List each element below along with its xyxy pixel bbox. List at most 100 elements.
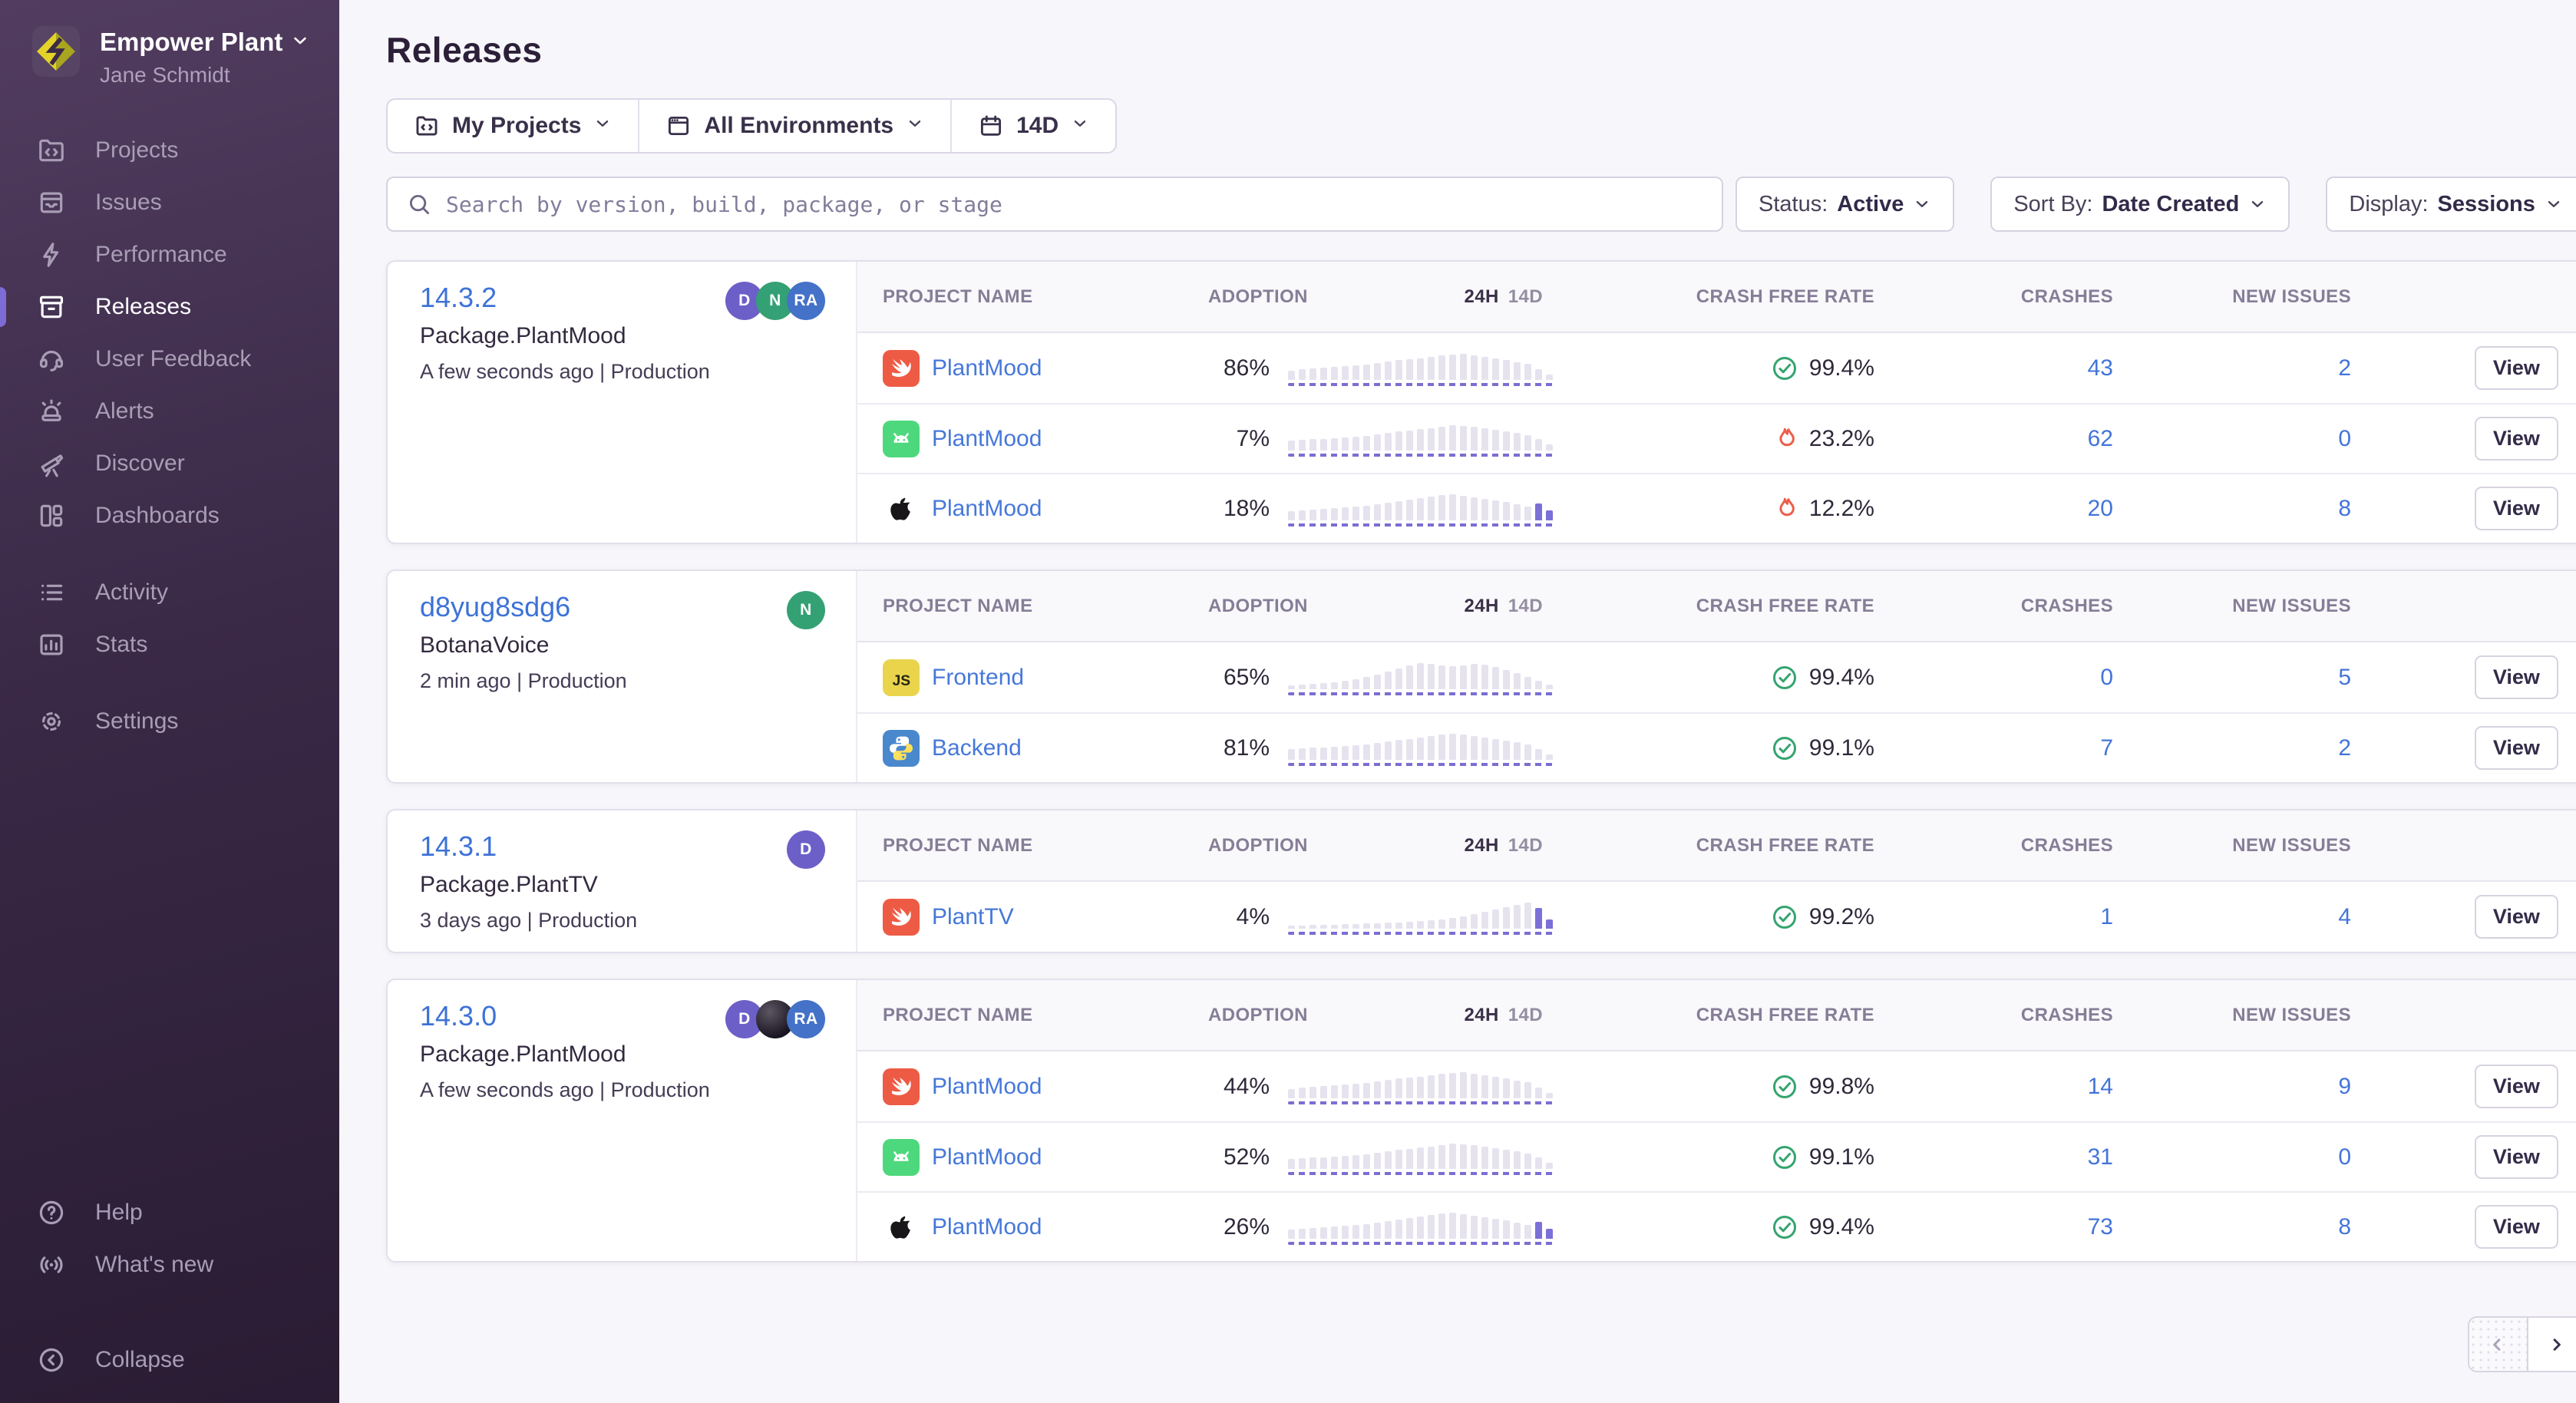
crashes-link[interactable]: 14 bbox=[2088, 1074, 2113, 1099]
release-list: 14.3.2 Package.PlantMood A few seconds a… bbox=[386, 260, 2576, 1263]
column-header-14d[interactable]: 14D bbox=[1508, 286, 1543, 307]
window-icon bbox=[665, 113, 692, 139]
filter-bar: My Projects All Environments 14D bbox=[386, 98, 1117, 154]
release-version-link[interactable]: 14.3.1 bbox=[420, 830, 497, 863]
sidebar-item-label: Stats bbox=[95, 632, 147, 658]
view-button[interactable]: View bbox=[2475, 655, 2558, 699]
release-card: 14.3.1 Package.PlantTV 3 days ago | Prod… bbox=[386, 809, 2576, 953]
project-link[interactable]: PlantMood bbox=[932, 1074, 1042, 1100]
crashes-link[interactable]: 1 bbox=[2100, 904, 2113, 929]
release-version-link[interactable]: 14.3.2 bbox=[420, 282, 497, 314]
new-issues-link[interactable]: 0 bbox=[2338, 1144, 2351, 1170]
column-header-24h[interactable]: 24H bbox=[1465, 596, 1499, 616]
new-issues-link[interactable]: 0 bbox=[2338, 426, 2351, 451]
project-link[interactable]: PlantMood bbox=[932, 1144, 1042, 1170]
view-button[interactable]: View bbox=[2475, 726, 2558, 770]
display-dropdown[interactable]: Display:Sessions bbox=[2326, 177, 2576, 232]
new-issues-link[interactable]: 2 bbox=[2338, 355, 2351, 381]
sidebar-item-releases[interactable]: Releases bbox=[0, 281, 339, 333]
view-button[interactable]: View bbox=[2475, 1065, 2558, 1108]
project-link[interactable]: Frontend bbox=[932, 665, 1024, 691]
crashes-link[interactable]: 0 bbox=[2100, 665, 2113, 690]
project-link[interactable]: Backend bbox=[932, 735, 1022, 761]
column-header-14d[interactable]: 14D bbox=[1508, 1005, 1543, 1025]
sidebar-item-settings[interactable]: Settings bbox=[0, 695, 339, 748]
adoption-value: 65% bbox=[1208, 665, 1270, 691]
sidebar-item-label: Releases bbox=[95, 294, 191, 320]
column-header-24h[interactable]: 24H bbox=[1465, 286, 1499, 307]
org-switcher[interactable]: Empower Plant Jane Schmidt bbox=[0, 26, 339, 87]
sidebar-item-activity[interactable]: Activity bbox=[0, 566, 339, 619]
new-issues-link[interactable]: 8 bbox=[2338, 496, 2351, 521]
sidebar-item-alerts[interactable]: Alerts bbox=[0, 385, 339, 437]
view-button[interactable]: View bbox=[2475, 1205, 2558, 1249]
sidebar-item-whats-new[interactable]: What's new bbox=[0, 1239, 339, 1291]
status-value: Active bbox=[1837, 192, 1904, 217]
crashes-link[interactable]: 20 bbox=[2088, 496, 2113, 521]
sort-by-dropdown[interactable]: Sort By:Date Created bbox=[1990, 177, 2290, 232]
sidebar-item-label: What's new bbox=[95, 1252, 213, 1278]
prev-page-button[interactable] bbox=[2469, 1318, 2527, 1371]
crashes-link[interactable]: 43 bbox=[2088, 355, 2113, 381]
adoption-sparkline bbox=[1288, 660, 1553, 695]
column-header-14d[interactable]: 14D bbox=[1508, 835, 1543, 856]
project-link[interactable]: PlantTV bbox=[932, 904, 1014, 930]
sidebar-item-dashboards[interactable]: Dashboards bbox=[0, 490, 339, 542]
project-link[interactable]: PlantMood bbox=[932, 1214, 1042, 1240]
check-circle-icon bbox=[1771, 355, 1798, 382]
sidebar-item-issues[interactable]: Issues bbox=[0, 177, 339, 229]
next-page-button[interactable] bbox=[2527, 1318, 2576, 1371]
new-issues-link[interactable]: 8 bbox=[2338, 1214, 2351, 1240]
sidebar-item-user-feedback[interactable]: User Feedback bbox=[0, 333, 339, 385]
sidebar-item-label: Discover bbox=[95, 451, 185, 477]
folder-code-icon bbox=[414, 113, 440, 139]
table-row: PlantMood 52% 99.1% 31 0 View bbox=[857, 1121, 2576, 1191]
date-range-filter-label: 14D bbox=[1016, 113, 1058, 139]
column-header-24h[interactable]: 24H bbox=[1465, 835, 1499, 856]
new-issues-link[interactable]: 5 bbox=[2338, 665, 2351, 690]
search-input[interactable] bbox=[446, 192, 1703, 217]
release-version-link[interactable]: 14.3.0 bbox=[420, 1000, 497, 1032]
crashes-link[interactable]: 62 bbox=[2088, 426, 2113, 451]
swift-icon bbox=[883, 350, 920, 387]
date-range-filter[interactable]: 14D bbox=[950, 100, 1115, 152]
new-issues-link[interactable]: 9 bbox=[2338, 1074, 2351, 1099]
release-avatars: DRA bbox=[725, 1000, 825, 1038]
view-button[interactable]: View bbox=[2475, 895, 2558, 939]
project-filter[interactable]: My Projects bbox=[388, 100, 638, 152]
crashes-link[interactable]: 7 bbox=[2100, 735, 2113, 761]
release-meta: 3 days ago | Production bbox=[420, 909, 825, 933]
crashes-link[interactable]: 31 bbox=[2088, 1144, 2113, 1170]
sidebar-item-projects[interactable]: Projects bbox=[0, 124, 339, 177]
release-version-link[interactable]: d8yug8sdg6 bbox=[420, 591, 570, 623]
sidebar-item-help[interactable]: Help bbox=[0, 1187, 339, 1239]
view-button[interactable]: View bbox=[2475, 346, 2558, 390]
empower-plant-logo-icon bbox=[32, 26, 80, 77]
crashes-link[interactable]: 73 bbox=[2088, 1214, 2113, 1240]
user-name: Jane Schmidt bbox=[100, 63, 310, 87]
column-header-24h[interactable]: 24H bbox=[1465, 1005, 1499, 1025]
sidebar-item-collapse[interactable]: Collapse bbox=[0, 1334, 339, 1386]
sidebar-item-discover[interactable]: Discover bbox=[0, 437, 339, 490]
view-button[interactable]: View bbox=[2475, 417, 2558, 461]
project-link[interactable]: PlantMood bbox=[932, 426, 1042, 452]
project-link[interactable]: PlantMood bbox=[932, 355, 1042, 381]
pagination bbox=[386, 1316, 2576, 1372]
android-icon bbox=[883, 421, 920, 457]
view-button[interactable]: View bbox=[2475, 1135, 2558, 1179]
environment-filter[interactable]: All Environments bbox=[638, 100, 950, 152]
new-issues-link[interactable]: 2 bbox=[2338, 735, 2351, 761]
project-link[interactable]: PlantMood bbox=[932, 496, 1042, 522]
sidebar-item-label: Collapse bbox=[95, 1347, 185, 1373]
sidebar-item-label: Activity bbox=[95, 579, 168, 606]
adoption-value: 44% bbox=[1208, 1074, 1270, 1100]
column-header-14d[interactable]: 14D bbox=[1508, 596, 1543, 616]
sidebar-item-stats[interactable]: Stats bbox=[0, 619, 339, 671]
adoption-value: 18% bbox=[1208, 496, 1270, 522]
sidebar-item-performance[interactable]: Performance bbox=[0, 229, 339, 281]
adoption-sparkline bbox=[1288, 1069, 1553, 1104]
python-icon bbox=[883, 730, 920, 767]
view-button[interactable]: View bbox=[2475, 487, 2558, 530]
new-issues-link[interactable]: 4 bbox=[2338, 904, 2351, 929]
status-dropdown[interactable]: Status:Active bbox=[1735, 177, 1954, 232]
